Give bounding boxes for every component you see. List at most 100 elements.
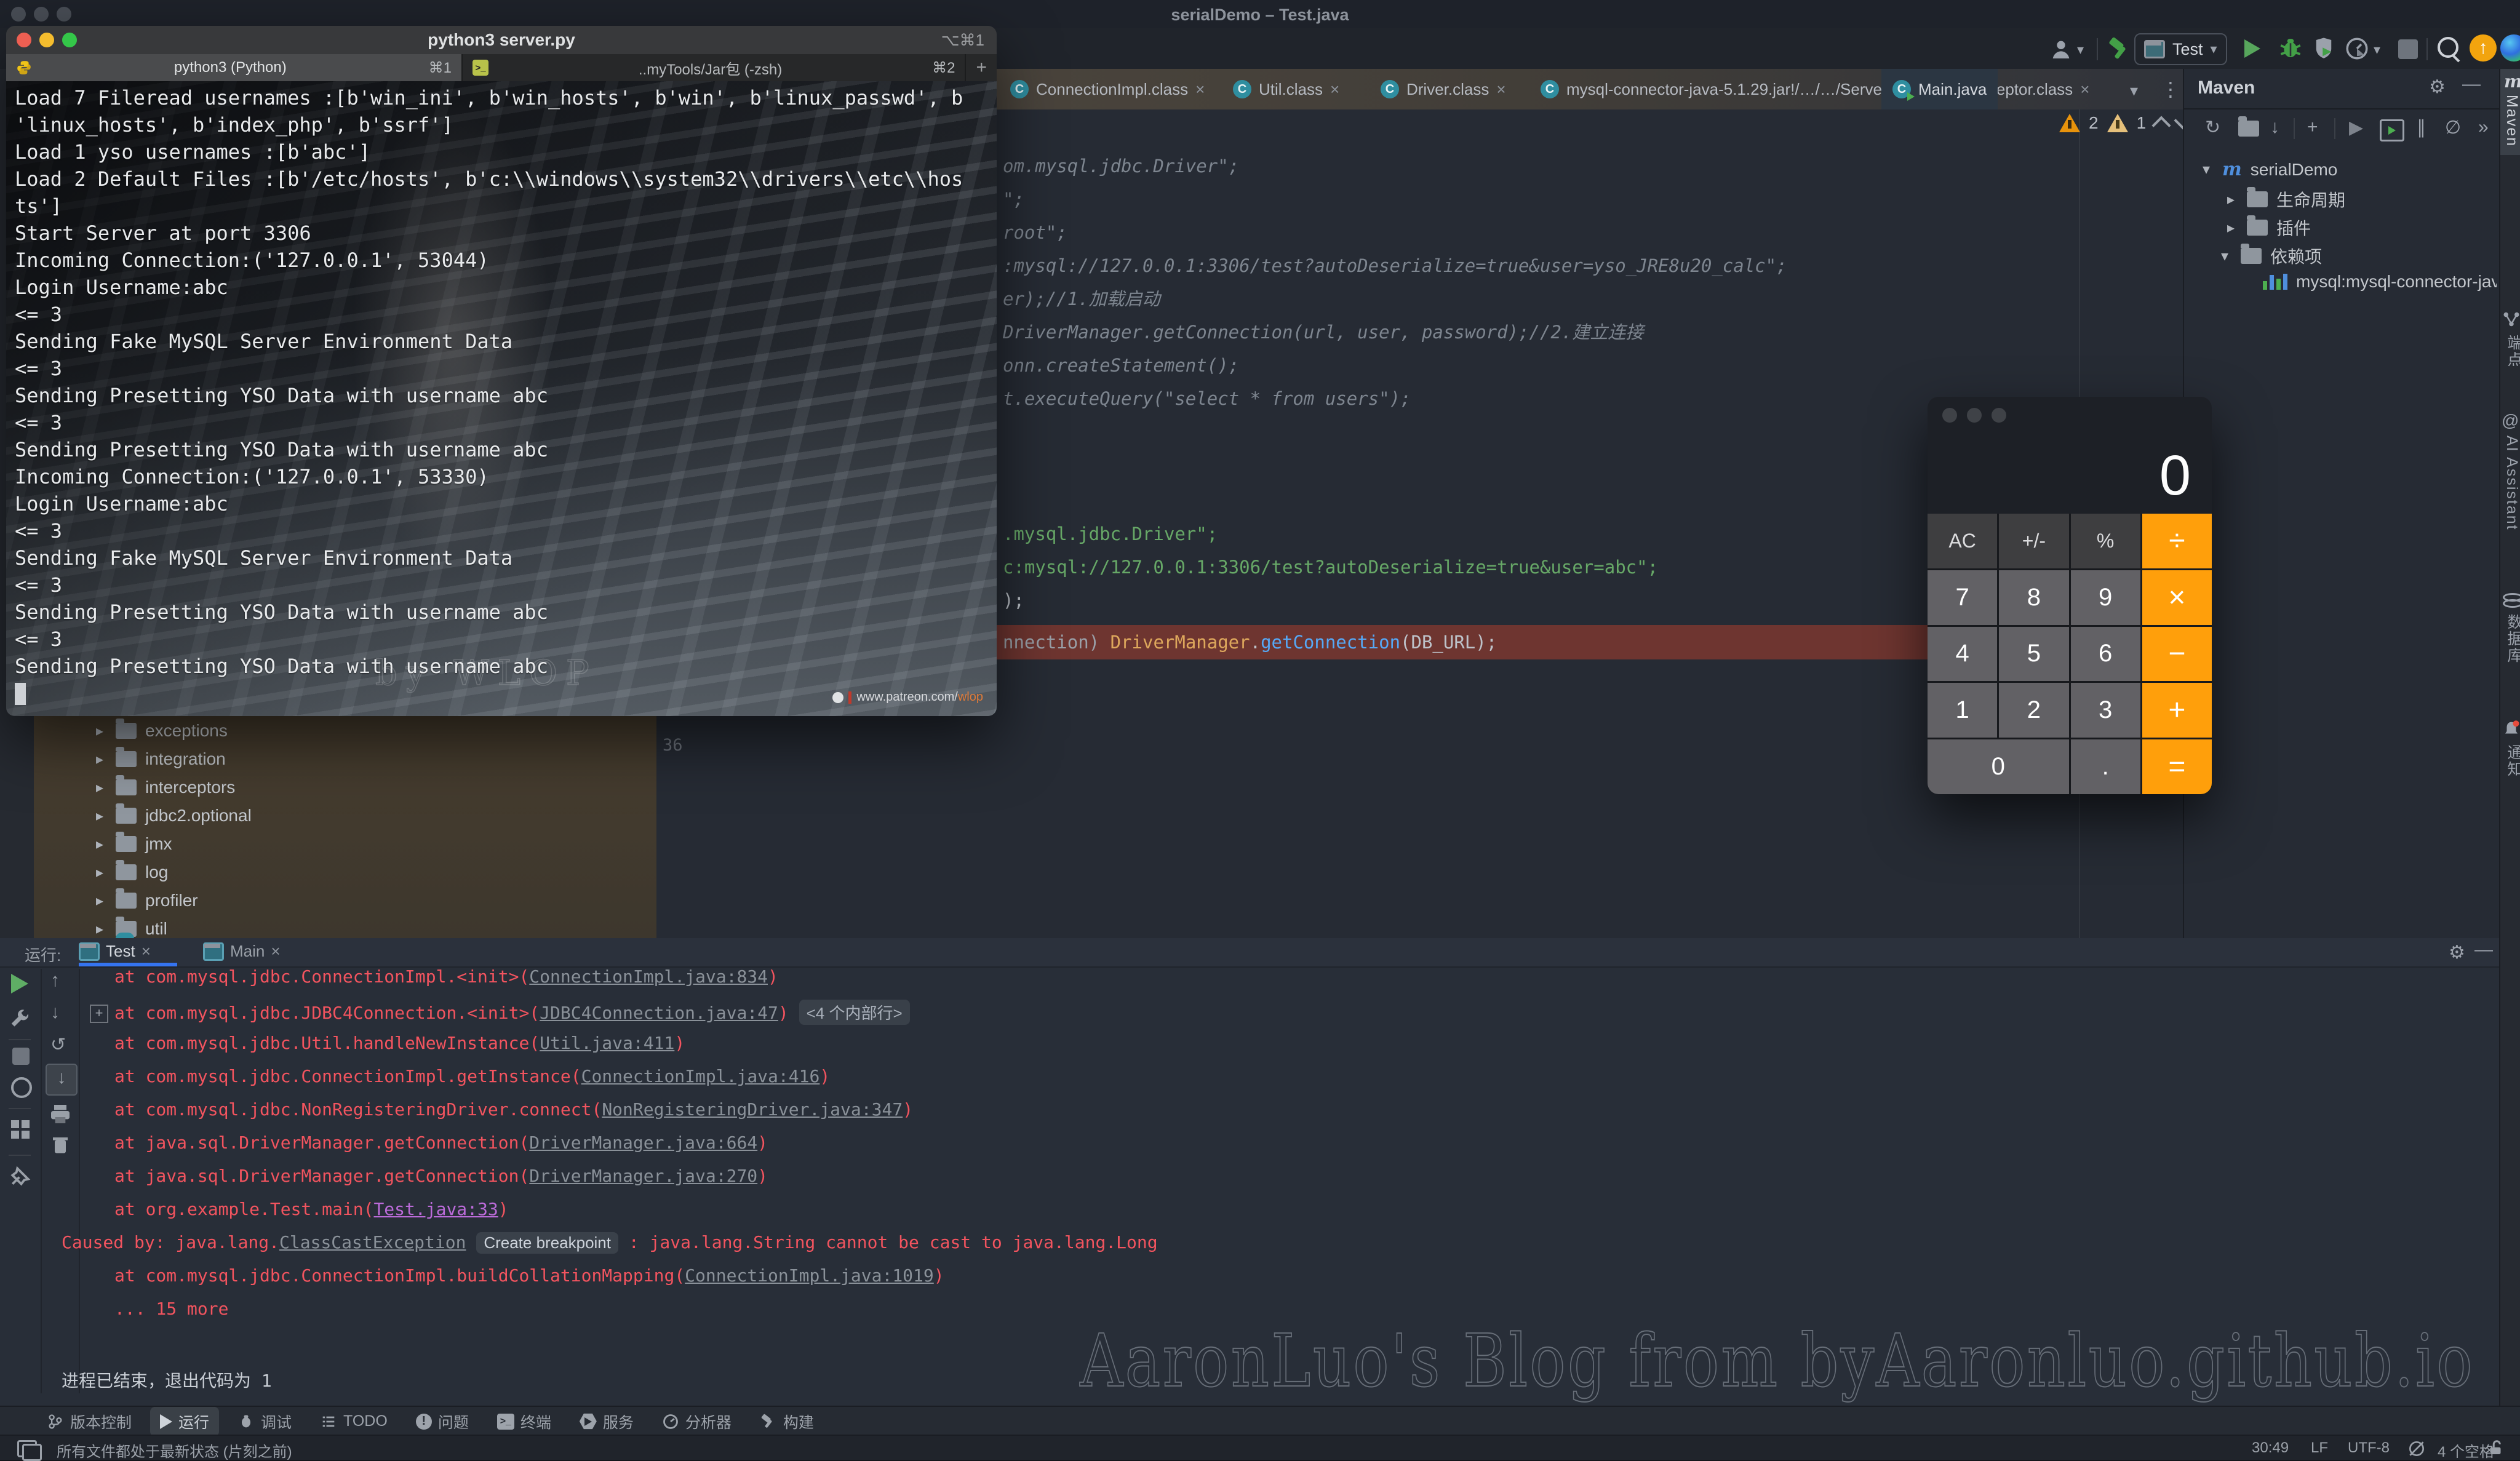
calc-plus-button[interactable]: + (2142, 683, 2212, 738)
caused-by-line[interactable]: Caused by: java.lang.ClassCastException … (62, 1232, 1158, 1254)
tab-util[interactable]: C Util.class × (1222, 69, 1350, 109)
calc-4-button[interactable]: 4 (1928, 627, 1997, 682)
notifications-bell-icon[interactable] (2502, 720, 2520, 738)
tool-button-debug[interactable]: 调试 (228, 1407, 301, 1436)
stack-up-icon[interactable]: ↑ (50, 970, 60, 991)
calc-5-button[interactable]: 5 (1999, 627, 2068, 682)
tab-options-icon[interactable]: ⋮ (2161, 78, 2180, 101)
calc-2-button[interactable]: 2 (1999, 683, 2068, 738)
calc-equals-button[interactable]: = (2142, 739, 2212, 794)
tree-item-log[interactable]: ▸log (92, 862, 168, 882)
tab-serverstatusdiffinterceptor[interactable]: C mysql-connector-java-5.1.29.jar!/…/…/S… (1529, 69, 2100, 109)
calc-percent-button[interactable]: % (2071, 514, 2140, 568)
maven-run-config-icon[interactable] (2380, 119, 2404, 141)
calc-zoom-icon[interactable] (1992, 408, 2006, 423)
calc-sign-button[interactable]: +/- (1999, 514, 2068, 568)
tree-item-integration[interactable]: ▸integration (92, 749, 226, 769)
clear-trash-icon[interactable] (49, 1134, 71, 1156)
modify-run-wrench-icon[interactable] (9, 1007, 32, 1030)
unlocked-icon[interactable] (2487, 1438, 2505, 1458)
maven-hide-icon[interactable]: — (2462, 74, 2481, 95)
console-hide-icon[interactable]: — (2474, 939, 2493, 960)
stack-frame[interactable]: at org.example.Test.main(Test.java:33) (114, 1199, 509, 1219)
soft-wrap-icon[interactable]: ↺ (50, 1034, 66, 1056)
calc-1-button[interactable]: 1 (1928, 683, 1997, 738)
stop-button[interactable] (2398, 39, 2418, 59)
stack-frame[interactable]: at com.mysql.jdbc.NonRegisteringDriver.c… (114, 1099, 913, 1120)
stack-frame[interactable]: at com.mysql.jdbc.ConnectionImpl.buildCo… (114, 1265, 944, 1286)
profiler-button[interactable] (2344, 36, 2370, 62)
calc-0-button[interactable]: 0 (1928, 739, 2069, 794)
scroll-to-end-button[interactable]: ↓ (46, 1064, 78, 1096)
calc-dot-button[interactable]: . (2071, 739, 2140, 794)
calc-minus-button[interactable]: − (2142, 627, 2212, 682)
rerun-button[interactable] (11, 974, 28, 993)
build-hammer-icon[interactable] (2107, 36, 2134, 63)
stack-frame[interactable]: at java.sql.DriverManager.getConnection(… (114, 1133, 768, 1153)
tree-item-profiler[interactable]: ▸profiler (92, 891, 198, 910)
close-icon[interactable]: × (1496, 80, 1505, 99)
calc-8-button[interactable]: 8 (1999, 570, 2068, 625)
tree-item-jdbc2-optional[interactable]: ▸jdbc2.optional (92, 806, 252, 826)
close-icon[interactable]: × (1330, 80, 1339, 99)
profiler-caret-icon[interactable]: ▾ (2374, 42, 2380, 58)
maven-sync-folder-icon[interactable] (2238, 121, 2259, 137)
tree-item-jmx[interactable]: ▸jmx (92, 834, 172, 854)
console-tab-main[interactable]: Main × (203, 942, 281, 961)
maven-settings-gear-icon[interactable]: ⚙ (2429, 76, 2446, 98)
tab-connectionimpl[interactable]: C ConnectionImpl.class × (999, 69, 1216, 109)
ai-assistant-tool-button[interactable]: AI Assistant (2503, 436, 2520, 531)
pin-icon[interactable] (9, 1164, 32, 1188)
terminal-tab-python[interactable]: python3 (Python) ⌘1 (6, 54, 461, 81)
run-button[interactable] (2244, 39, 2260, 58)
maven-reload-icon[interactable]: ↻ (2205, 117, 2220, 138)
stack-frame[interactable]: at com.mysql.jdbc.Util.handleNewInstance… (114, 1033, 685, 1053)
calc-ac-button[interactable]: AC (1928, 514, 1997, 568)
stop-button-disabled[interactable] (12, 1048, 30, 1065)
tree-item-interceptors[interactable]: ▸interceptors (92, 778, 235, 797)
stack-frame[interactable]: at com.mysql.jdbc.ConnectionImpl.getInst… (114, 1066, 830, 1086)
close-icon[interactable]: × (142, 942, 151, 961)
maven-root-node[interactable]: ▾mserialDemo (2199, 159, 2337, 180)
maven-dependencies-node[interactable]: ▾依赖项 (2217, 244, 2322, 268)
debug-button[interactable] (2278, 36, 2303, 62)
stack-frame[interactable]: at java.sql.DriverManager.getConnection(… (114, 1166, 768, 1186)
run-config-chooser[interactable]: Test ▾ (2134, 33, 2227, 65)
search-icon[interactable] (2438, 37, 2458, 58)
maven-run-icon[interactable]: ▶ (2349, 117, 2363, 138)
calc-7-button[interactable]: 7 (1928, 570, 1997, 625)
terminal-content[interactable]: Load 7 Fileread usernames :[b'win_ini', … (6, 81, 997, 716)
close-icon[interactable]: × (1195, 80, 1205, 99)
calc-minimize-icon[interactable] (1967, 408, 1982, 423)
calc-3-button[interactable]: 3 (2071, 683, 2140, 738)
tool-button-profiler[interactable]: 分析器 (652, 1407, 741, 1436)
indent-setting[interactable]: 4 个空格 (2438, 1439, 2494, 1461)
tool-button-todo[interactable]: TODO (310, 1409, 397, 1434)
tool-button-services[interactable]: 服务 (570, 1407, 644, 1436)
update-icon[interactable]: ↑ (2470, 34, 2497, 62)
endpoints-tool-button[interactable]: 端点 (2503, 335, 2520, 368)
calc-divide-button[interactable]: ÷ (2142, 514, 2212, 568)
maven-more-icon[interactable]: » (2478, 117, 2489, 138)
maven-plugins-node[interactable]: ▸插件 (2223, 215, 2311, 240)
maven-dependency-mysql[interactable]: mysql:mysql-connector-java (2263, 272, 2497, 292)
maven-tool-button[interactable]: m Maven (2500, 69, 2520, 155)
create-breakpoint-hint[interactable]: Create breakpoint (476, 1232, 618, 1254)
restart-icon[interactable] (11, 1077, 32, 1098)
file-encoding[interactable]: UTF-8 (2348, 1439, 2390, 1457)
maven-lifecycle-node[interactable]: ▸生命周期 (2223, 187, 2345, 212)
calculator-titlebar[interactable] (1942, 408, 2006, 423)
ide-titlebar[interactable]: serialDemo – Test.java (0, 0, 2520, 28)
print-icon[interactable] (48, 1102, 73, 1126)
user-icon[interactable] (2049, 37, 2073, 62)
tool-button-vcs[interactable]: 版本控制 (37, 1407, 142, 1436)
ide-services-sphere-icon[interactable] (2500, 34, 2520, 62)
maven-download-icon[interactable]: ↓ (2270, 117, 2279, 138)
tool-button-problems[interactable]: !问题 (406, 1407, 479, 1436)
console-tab-test[interactable]: Test × (79, 942, 151, 961)
tab-driver[interactable]: C Driver.class × (1370, 69, 1517, 109)
endpoints-icon[interactable] (2502, 310, 2520, 328)
line-separator[interactable]: LF (2311, 1439, 2328, 1457)
terminal-new-tab-button[interactable]: + (965, 54, 997, 81)
inspections-widget[interactable]: 2 1 (2059, 113, 2190, 133)
